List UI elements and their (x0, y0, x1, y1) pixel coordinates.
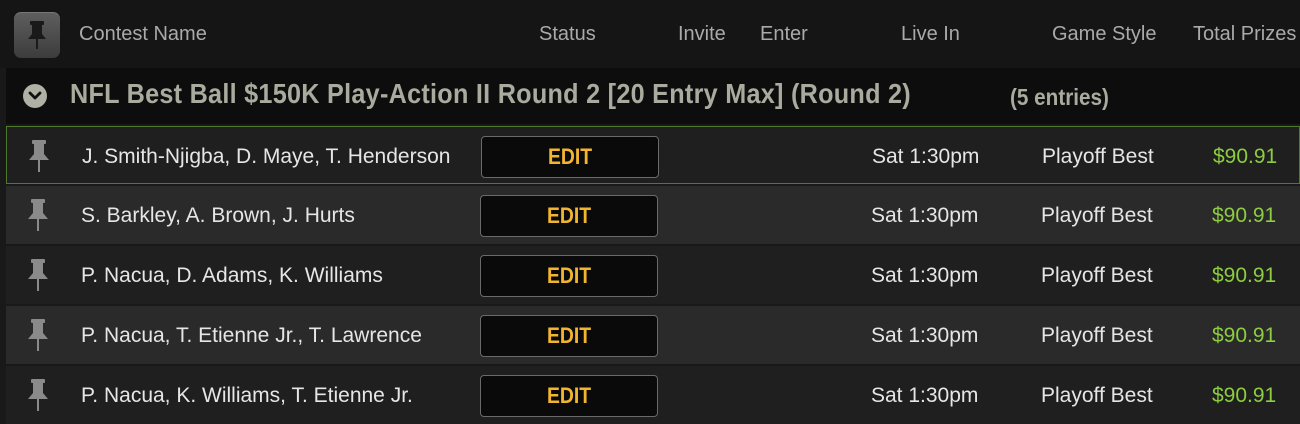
contest-entries-count: (5 entries) (1010, 84, 1109, 110)
lineup-names: P. Nacua, D. Adams, K. Williams (81, 264, 383, 287)
total-prizes: $90.91 (1212, 324, 1277, 347)
table-row[interactable]: S. Barkley, A. Brown, J. Hurts EDIT Sat … (6, 186, 1300, 244)
table-row[interactable]: P. Nacua, K. Williams, T. Etienne Jr. ED… (6, 366, 1300, 424)
lineup-names: P. Nacua, K. Williams, T. Etienne Jr. (81, 384, 413, 407)
table-row[interactable]: J. Smith-Njigba, D. Maye, T. Henderson E… (6, 126, 1300, 184)
table-row[interactable]: P. Nacua, T. Etienne Jr., T. Lawrence ED… (6, 306, 1300, 364)
game-style: Playoff Best (1041, 264, 1153, 287)
column-header-game-style[interactable]: Game Style (1052, 23, 1156, 46)
contest-group-title: NFL Best Ball $150K Play-Action II Round… (70, 78, 911, 109)
pushpin-icon[interactable] (24, 378, 52, 412)
lineup-names: P. Nacua, T. Etienne Jr., T. Lawrence (81, 324, 422, 347)
column-header-invite[interactable]: Invite (678, 23, 726, 46)
pushpin-icon (28, 21, 46, 49)
total-prizes: $90.91 (1213, 145, 1278, 168)
table-row[interactable]: P. Nacua, D. Adams, K. Williams EDIT Sat… (6, 246, 1300, 304)
edit-button[interactable]: EDIT (481, 136, 659, 178)
contest-group-header[interactable]: NFL Best Ball $150K Play-Action II Round… (6, 68, 1300, 124)
lineup-names: S. Barkley, A. Brown, J. Hurts (81, 204, 355, 227)
pin-all-button[interactable] (14, 12, 60, 58)
total-prizes: $90.91 (1212, 384, 1277, 407)
pushpin-icon[interactable] (25, 139, 53, 173)
game-style: Playoff Best (1041, 324, 1153, 347)
live-in-time: Sat 1:30pm (871, 384, 979, 407)
edit-button[interactable]: EDIT (480, 255, 658, 297)
column-header-live-in[interactable]: Live In (901, 23, 960, 46)
column-header-contest-name[interactable]: Contest Name (79, 23, 207, 46)
chevron-down-icon[interactable] (23, 84, 47, 108)
live-in-time: Sat 1:30pm (871, 324, 979, 347)
total-prizes: $90.91 (1212, 264, 1277, 287)
pushpin-icon[interactable] (24, 198, 52, 232)
pushpin-icon[interactable] (24, 258, 52, 292)
edit-button[interactable]: EDIT (480, 195, 658, 237)
live-in-time: Sat 1:30pm (872, 145, 980, 168)
pushpin-icon[interactable] (24, 318, 52, 352)
game-style: Playoff Best (1041, 384, 1153, 407)
edit-button[interactable]: EDIT (480, 315, 658, 357)
edit-button[interactable]: EDIT (480, 375, 658, 417)
live-in-time: Sat 1:30pm (871, 204, 979, 227)
live-in-time: Sat 1:30pm (871, 264, 979, 287)
total-prizes: $90.91 (1212, 204, 1277, 227)
column-header-enter[interactable]: Enter (760, 23, 808, 46)
game-style: Playoff Best (1042, 145, 1154, 168)
column-header-total-prizes[interactable]: Total Prizes (1193, 23, 1296, 46)
game-style: Playoff Best (1041, 204, 1153, 227)
column-header-status[interactable]: Status (539, 23, 596, 46)
lineup-names: J. Smith-Njigba, D. Maye, T. Henderson (82, 145, 451, 168)
table-header: Contest Name Status Invite Enter Live In… (0, 0, 1300, 68)
